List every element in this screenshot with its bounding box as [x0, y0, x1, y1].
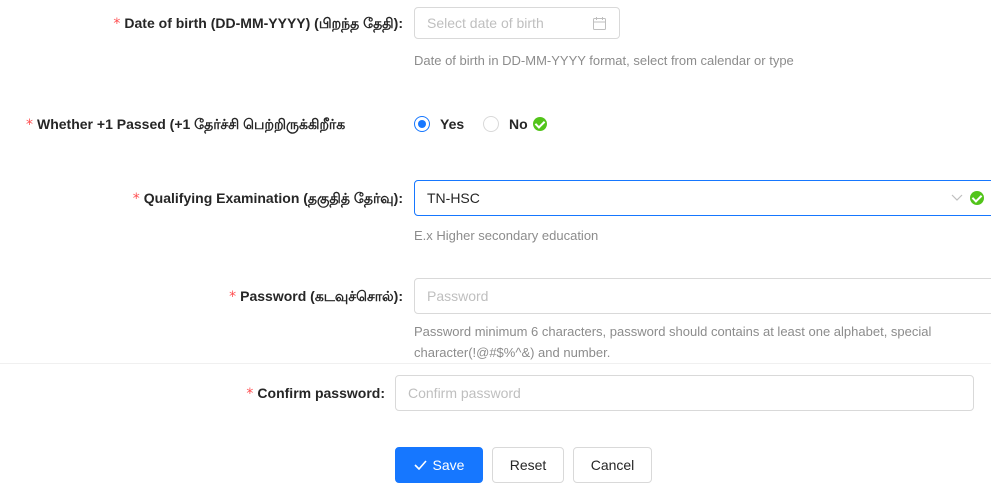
dob-date-picker[interactable]: Select date of birth — [414, 7, 620, 39]
password-label-text: Password (கடவுச்சொல்) — [240, 288, 399, 304]
required-mark: * — [113, 16, 121, 32]
reset-button-label: Reset — [509, 457, 547, 473]
qualifying-label-text: Qualifying Examination (தகுதித் தேர்வு) — [143, 190, 399, 206]
qualifying-exam-select[interactable]: TN-HSC — [414, 180, 991, 216]
cancel-button[interactable]: Cancel — [573, 447, 652, 483]
radio-no[interactable] — [483, 116, 499, 132]
qualifying-label: * Qualifying Examination (தகுதித் தேர்வு)… — [132, 190, 403, 207]
confirm-password-label: * Confirm password: — [246, 385, 385, 402]
success-check-icon — [970, 191, 984, 205]
dob-help-text: Date of birth in DD-MM-YYYY format, sele… — [414, 53, 794, 68]
dob-placeholder: Select date of birth — [427, 15, 544, 31]
confirm-password-placeholder: Confirm password — [408, 385, 521, 401]
password-label: * Password (கடவுச்சொல்): — [229, 288, 403, 305]
dob-label-text: Date of birth (DD-MM-YYYY) (பிறந்த தேதி) — [124, 15, 399, 31]
dob-label: * Date of birth (DD-MM-YYYY) (பிறந்த தேதி… — [113, 15, 403, 32]
password-placeholder: Password — [427, 288, 489, 304]
plus-one-label-text: Whether +1 Passed (+1 தேர்ச்சி பெற்றிருக… — [37, 116, 346, 132]
radio-no-label[interactable]: No — [509, 114, 528, 134]
section-divider — [0, 363, 991, 364]
save-button[interactable]: Save — [395, 447, 483, 483]
save-button-label: Save — [432, 457, 465, 473]
success-check-icon — [533, 117, 547, 131]
confirm-password-label-text: Confirm password — [257, 385, 381, 401]
password-help-text-line2: character(!@#$%^&) and number. — [414, 345, 611, 360]
password-help-text-line1: Password minimum 6 characters, password … — [414, 324, 932, 339]
checkmark-icon — [413, 460, 427, 471]
qualifying-selected-value: TN-HSC — [427, 190, 480, 206]
qualifying-help-text: E.x Higher secondary education — [414, 228, 599, 243]
required-mark: * — [229, 289, 237, 305]
radio-yes[interactable] — [414, 116, 430, 132]
required-mark: * — [26, 117, 33, 133]
password-input[interactable]: Password — [414, 278, 991, 314]
required-mark: * — [132, 191, 140, 207]
chevron-down-icon — [951, 194, 963, 201]
confirm-password-input[interactable]: Confirm password — [395, 375, 974, 411]
required-mark: * — [246, 386, 254, 402]
reset-button[interactable]: Reset — [492, 447, 564, 483]
plus-one-label: * Whether +1 Passed (+1 தேர்ச்சி பெற்றிரு… — [26, 113, 418, 135]
radio-yes-label[interactable]: Yes — [440, 114, 464, 134]
calendar-icon — [593, 17, 606, 30]
cancel-button-label: Cancel — [590, 457, 635, 473]
